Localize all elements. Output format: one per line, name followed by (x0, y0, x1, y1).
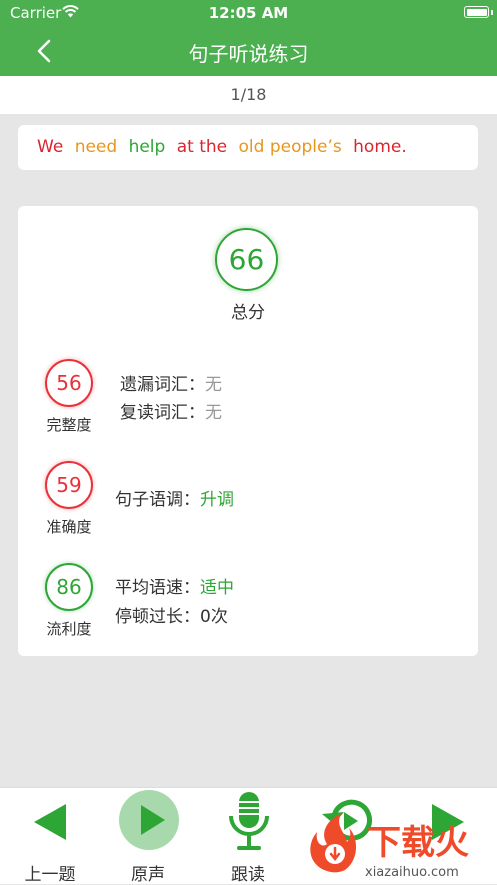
previous-question-label[interactable]: 上一题 (10, 860, 90, 885)
watermark-logo: 下载火 xiazaihuo.com (301, 810, 491, 884)
follow-read-label[interactable]: 跟读 (208, 860, 288, 885)
navigation-bar: 句子听说练习 (0, 26, 497, 76)
missing-words-row: 遗漏词汇：无 (120, 370, 222, 395)
microphone-icon[interactable] (227, 790, 271, 854)
sentence-card: We need help at the old people’s home. (18, 125, 478, 170)
accuracy-label: 准确度 (46, 518, 92, 536)
watermark-text: 下载火 (367, 823, 469, 863)
bottom-toolbar: 上一题 原声 跟读 下载火 xiazaihuo.com (0, 787, 497, 885)
intonation-row: 句子语调：升调 (115, 485, 234, 510)
speed-label: 平均语速： (115, 578, 200, 598)
sentence-word[interactable]: We (37, 137, 63, 157)
play-original-icon[interactable] (119, 790, 179, 850)
sentence-word[interactable]: need (75, 137, 117, 157)
sentence-word[interactable]: old people’s (239, 137, 342, 157)
completeness-score-circle: 56 (45, 359, 93, 407)
intonation-value: 升调 (200, 490, 234, 510)
status-bar: Carrier 12:05 AM (0, 0, 497, 26)
fluency-label: 流利度 (46, 620, 92, 638)
pause-value: 0次 (200, 607, 228, 627)
repeated-words-label: 复读词汇： (120, 403, 205, 423)
missing-words-value: 无 (205, 375, 222, 395)
speed-value: 适中 (200, 578, 234, 598)
pause-row: 停顿过长：0次 (115, 602, 228, 627)
pause-label: 停顿过长： (115, 607, 200, 627)
completeness-score-value: 56 (56, 371, 82, 395)
speed-row: 平均语速：适中 (115, 573, 234, 598)
missing-words-label: 遗漏词汇： (120, 375, 205, 395)
sentence-word[interactable]: help (129, 137, 166, 157)
clock: 12:05 AM (208, 4, 289, 22)
sentence-word[interactable]: home. (353, 137, 407, 157)
sentence-word[interactable]: at the (177, 137, 227, 157)
accuracy-score-circle: 59 (45, 461, 93, 509)
fluency-score-value: 86 (56, 575, 82, 599)
repeated-words-value: 无 (205, 403, 222, 423)
previous-arrow-icon[interactable] (32, 802, 68, 842)
repeated-words-row: 复读词汇：无 (120, 398, 222, 423)
total-score-value: 66 (228, 243, 265, 276)
accuracy-score-value: 59 (56, 473, 82, 497)
page-title: 句子听说练习 (188, 42, 309, 66)
battery-icon (464, 6, 489, 18)
battery-tip (491, 10, 493, 15)
total-score-label: 总分 (231, 303, 265, 323)
question-progress: 1/18 (0, 76, 497, 114)
intonation-label: 句子语调： (115, 490, 200, 510)
fluency-score-circle: 86 (45, 563, 93, 611)
original-audio-label[interactable]: 原声 (108, 860, 188, 885)
total-score-circle: 66 (215, 228, 278, 291)
score-card: 66 总分 56 完整度 遗漏词汇：无 复读词汇：无 59 准确度 句子语调：升… (18, 206, 478, 656)
completeness-label: 完整度 (46, 416, 92, 434)
watermark-url: xiazaihuo.com (365, 865, 459, 880)
flame-logo-icon: 下载火 xiazaihuo.com (310, 814, 469, 880)
